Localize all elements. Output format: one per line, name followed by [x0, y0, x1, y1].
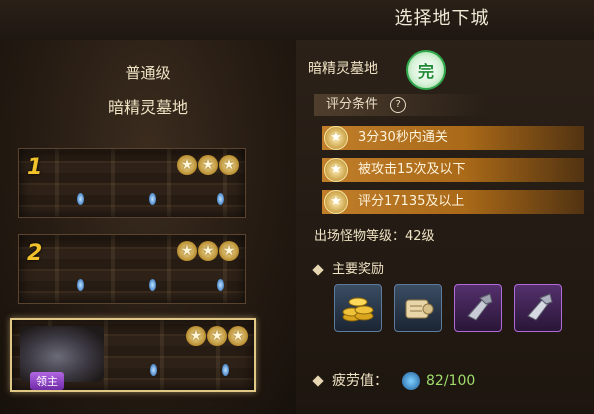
criteria-row: ★ 3分30秒内通关 — [322, 126, 584, 150]
torch-glow — [149, 279, 156, 291]
star-icon: ★ — [219, 241, 239, 261]
fatigue-value: 82/100 — [426, 373, 476, 389]
star-icon: ★ — [198, 241, 218, 261]
criteria-row: ★ 被攻击15次及以下 — [322, 158, 584, 182]
top-bar: 选择地下城 — [0, 0, 594, 40]
torch-glow — [77, 279, 84, 291]
torch-glow — [77, 193, 84, 205]
monster-level: 出场怪物等级：42级 — [314, 229, 435, 244]
page-title: 选择地下城 — [394, 8, 490, 29]
star-icon: ★ — [324, 158, 348, 182]
stage-card-1[interactable]: 1 ★ ★ ★ — [18, 148, 246, 218]
rewards-title: 主要奖励 — [312, 258, 385, 277]
diamond-bullet-icon — [312, 263, 324, 276]
scroll-icon — [395, 285, 441, 331]
stage-card-2[interactable]: 2 ★ ★ ★ — [18, 234, 246, 304]
star-icon: ★ — [324, 190, 348, 214]
grade-stamp-icon: 完 — [406, 50, 446, 90]
criteria-header: 评分条件 ? — [314, 94, 486, 116]
stage-number: 1 — [27, 155, 43, 180]
criteria-row: ★ 评分17135及以上 — [322, 190, 584, 214]
diamond-bullet-icon — [312, 375, 324, 387]
torch-glow — [149, 193, 156, 205]
star-icon: ★ — [207, 326, 227, 346]
gauntlet-icon — [455, 285, 501, 331]
gold-coins-icon — [335, 285, 381, 331]
fatigue-potion-icon — [402, 372, 420, 390]
fatigue-display: 疲劳值： 82/100 — [312, 370, 476, 390]
reward-slot-gold[interactable] — [334, 284, 382, 332]
difficulty-label[interactable]: 普通级 — [0, 62, 296, 83]
star-icon: ★ — [186, 326, 206, 346]
dungeon-info-panel: 暗精灵墓地 完 评分条件 ? ★ 3分30秒内通关 ★ 被攻击15次及以下 ★ … — [296, 40, 594, 414]
reward-slot-gauntlet[interactable] — [514, 284, 562, 332]
star-icon: ★ — [219, 155, 239, 175]
dungeon-name: 暗精灵墓地 — [107, 98, 188, 117]
criteria-text: 被攻击15次及以下 — [358, 162, 466, 177]
stage-select-panel: 普通级 暗精灵墓地 1 ★ ★ ★ 2 ★ ★ ★ 领主 ★ ★ ★ — [0, 40, 296, 414]
star-icon: ★ — [177, 241, 197, 261]
stage-stars: ★ ★ ★ — [177, 241, 239, 261]
reward-slot-gauntlet[interactable] — [454, 284, 502, 332]
fatigue-label: 疲劳值： — [332, 373, 388, 389]
star-icon: ★ — [228, 326, 248, 346]
stage-stars: ★ ★ ★ — [177, 155, 239, 175]
boss-badge: 领主 — [30, 372, 64, 390]
criteria-title: 评分条件 — [326, 97, 379, 112]
rewards-title-text: 主要奖励 — [332, 262, 385, 277]
stage-card-boss[interactable]: 领主 ★ ★ ★ — [10, 318, 256, 392]
torch-glow — [150, 364, 157, 376]
torch-glow — [217, 193, 224, 205]
criteria-text: 3分30秒内通关 — [358, 130, 448, 145]
selected-dungeon-name: 暗精灵墓地 — [308, 61, 378, 77]
criteria-text: 评分17135及以上 — [358, 194, 465, 209]
star-icon: ★ — [198, 155, 218, 175]
torch-glow — [217, 279, 224, 291]
torch-glow — [222, 364, 229, 376]
help-icon[interactable]: ? — [390, 96, 407, 113]
star-icon: ★ — [177, 155, 197, 175]
stage-number: 2 — [27, 241, 43, 266]
reward-slot-scroll[interactable] — [394, 284, 442, 332]
stage-stars: ★ ★ ★ — [186, 326, 248, 346]
gauntlet-icon — [515, 285, 561, 331]
star-icon: ★ — [324, 126, 348, 150]
